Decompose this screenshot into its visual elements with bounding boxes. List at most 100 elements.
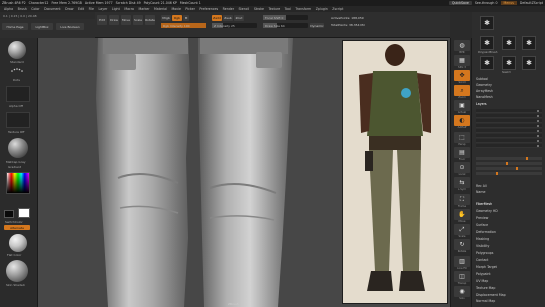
fibermesh-menu[interactable]: FiberMesh [476, 202, 492, 206]
zoom-button[interactable]: ⌕ [454, 85, 470, 96]
transp-button[interactable]: ◫ [454, 271, 470, 282]
layer-slider[interactable] [476, 157, 542, 160]
scale-button[interactable]: Scale [133, 15, 143, 25]
zsub-button[interactable]: Zsub [223, 15, 233, 21]
rotate-view-button[interactable]: ↻ [454, 239, 470, 250]
menus-toggle[interactable]: Menus [500, 1, 517, 5]
menu-alpha[interactable]: Alpha [4, 7, 13, 11]
brush-star-icon[interactable]: ✱ [480, 16, 494, 30]
menu-zplugin[interactable]: Zplugin [316, 7, 328, 11]
actual-button[interactable]: ▣ [454, 100, 470, 111]
live-boolean-button[interactable]: Live Boolean [56, 23, 84, 30]
layer-row[interactable] [476, 114, 542, 118]
menu-layer[interactable]: Layer [98, 7, 107, 11]
menu-color[interactable]: Color [31, 7, 39, 11]
edit-button[interactable]: Edit [97, 15, 107, 25]
menu-tool[interactable]: Tool [285, 7, 291, 11]
geometry-hd-menu[interactable]: Geometry HD [476, 209, 498, 213]
layer-row[interactable] [476, 134, 542, 138]
layer-row[interactable] [476, 144, 542, 148]
deformation-menu[interactable]: Deformation [476, 230, 496, 234]
normal-map-menu[interactable]: Normal Map [476, 299, 495, 303]
masking-menu[interactable]: Masking [476, 237, 489, 241]
flat-color-material-icon[interactable] [9, 234, 27, 252]
layer-slider[interactable] [476, 167, 542, 170]
mrgb-button[interactable]: Mrgb [161, 15, 171, 21]
menu-zscript[interactable]: Zscript [332, 7, 343, 11]
layer-row[interactable] [476, 139, 542, 143]
menu-stencil[interactable]: Stencil [239, 7, 250, 11]
menu-macro[interactable]: Macro [124, 7, 134, 11]
uv-map-menu[interactable]: UV Map [476, 279, 488, 283]
rgb-button[interactable]: Rgb [172, 15, 182, 21]
z-intensity-slider[interactable]: Z Intensity 25 [212, 23, 257, 28]
dynamic-button[interactable]: Dynamic [310, 23, 324, 28]
polypaint-menu[interactable]: Polypaint [476, 272, 491, 276]
alpha-slot[interactable] [6, 86, 30, 102]
menu-picker[interactable]: Picker [185, 7, 195, 11]
move-view-button[interactable]: ✋ [454, 209, 470, 220]
linefill-button[interactable]: ▥ [454, 256, 470, 267]
local-button[interactable]: ⊙ [454, 162, 470, 173]
menu-movie[interactable]: Movie [171, 7, 180, 11]
rec-all-button[interactable]: Rec All [476, 184, 487, 188]
floor-button[interactable]: ▤ [454, 147, 470, 158]
layer-row[interactable] [476, 129, 542, 133]
main-color-swatch[interactable] [18, 208, 30, 218]
displacement-map-menu[interactable]: Displacement Map [476, 293, 506, 297]
layer-row[interactable] [476, 124, 542, 128]
brush-standard-icon[interactable] [8, 41, 26, 59]
brush-star-icon[interactable]: ✱ [480, 56, 494, 70]
secondary-color-swatch[interactable] [4, 210, 14, 218]
zadd-button[interactable]: Zadd [212, 15, 222, 21]
solo-button[interactable]: ◉ [454, 286, 470, 297]
scroll-button[interactable]: ✥ [454, 70, 470, 81]
skin-shade-material-icon[interactable] [6, 260, 28, 282]
menu-stroke[interactable]: Stroke [254, 7, 264, 11]
menu-light[interactable]: Light [112, 7, 120, 11]
subtool-menu[interactable]: Subtool [476, 77, 488, 81]
see-through-slider[interactable]: See-through 0 [475, 1, 498, 5]
menu-preferences[interactable]: Preferences [199, 7, 218, 11]
spix-button[interactable]: ▦ [454, 55, 470, 66]
menu-texture[interactable]: Texture [268, 7, 280, 11]
focal-shift-slider[interactable]: Focal Shift 0 [263, 15, 308, 20]
geometry-menu[interactable]: Geometry [476, 83, 492, 87]
menu-render[interactable]: Render [223, 7, 234, 11]
menu-marker[interactable]: Marker [139, 7, 150, 11]
nanomesh-menu[interactable]: NanoMesh [476, 95, 493, 99]
layer-row[interactable] [476, 119, 542, 123]
scale-view-button[interactable]: ⤢ [454, 224, 470, 235]
lightbox-button[interactable]: LightBox [31, 23, 53, 30]
draw-button[interactable]: Draw [109, 15, 119, 25]
default-script[interactable]: DefaultZScript [520, 1, 543, 5]
preview-menu[interactable]: Preview [476, 216, 488, 220]
menu-document[interactable]: Document [44, 7, 61, 11]
frame-button[interactable]: ⛶ [454, 194, 470, 205]
aahalf-button[interactable]: ◐ [454, 115, 470, 126]
rotate-button[interactable]: Rotate [145, 15, 155, 25]
m-button[interactable]: M [183, 15, 189, 21]
zcut-button[interactable]: Zcut [234, 15, 244, 21]
polygroups-menu[interactable]: Polygroups [476, 251, 493, 255]
name-button[interactable]: Name [476, 190, 485, 194]
surface-menu[interactable]: Surface [476, 223, 488, 227]
menu-material[interactable]: Material [154, 7, 167, 11]
texture-slot[interactable] [6, 112, 30, 128]
quicksave-button[interactable]: QuickSave [448, 1, 472, 5]
brush-star-icon[interactable]: ✱ [480, 36, 494, 50]
menu-edit[interactable]: Edit [78, 7, 84, 11]
brush-star-icon[interactable]: ✱ [522, 56, 536, 70]
move-button[interactable]: Move [121, 15, 131, 25]
menu-file[interactable]: File [89, 7, 94, 11]
brush-star-icon[interactable]: ✱ [502, 36, 516, 50]
menu-brush[interactable]: Brush [18, 7, 27, 11]
lsym-button[interactable]: ⇆ [454, 177, 470, 188]
brush-star-icon[interactable]: ✱ [502, 56, 516, 70]
texture-map-menu[interactable]: Texture Map [476, 286, 495, 290]
morph-target-menu[interactable]: Morph Target [476, 265, 497, 269]
layers-menu[interactable]: Layers [476, 102, 487, 106]
menu-draw[interactable]: Draw [65, 7, 73, 11]
material-matcap-icon[interactable] [8, 138, 28, 158]
contact-menu[interactable]: Contact [476, 258, 488, 262]
